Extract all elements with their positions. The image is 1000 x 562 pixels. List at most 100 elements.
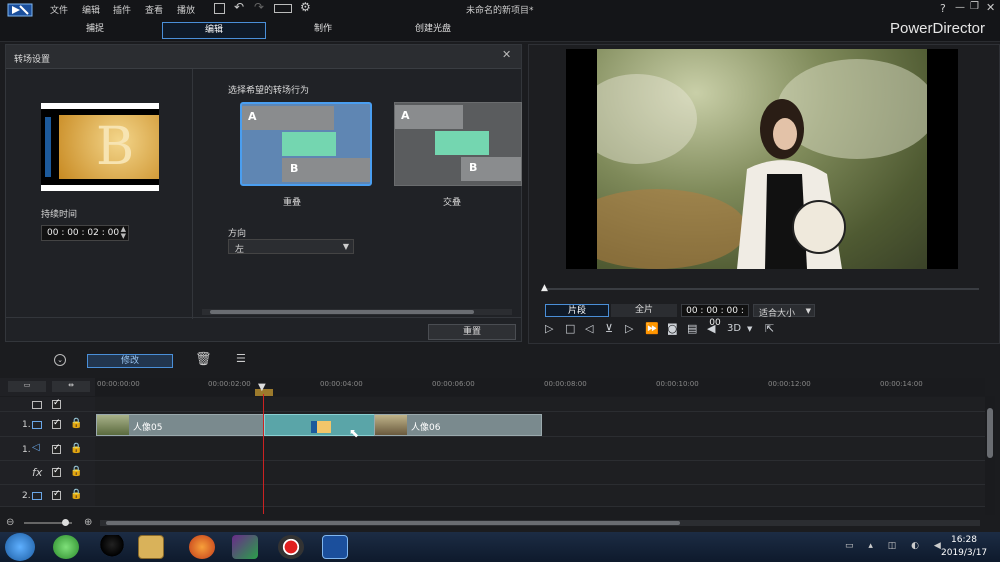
- taskbar-media-app-icon[interactable]: [232, 535, 258, 559]
- track-header-video-2: 2. 🔒: [0, 485, 95, 507]
- menu-view[interactable]: 查看: [145, 3, 163, 16]
- taskbar-record-icon[interactable]: [278, 535, 304, 559]
- menu-playback[interactable]: 播放: [177, 3, 195, 16]
- taskbar-firefox-icon[interactable]: [189, 535, 215, 559]
- track-lane-audio-1[interactable]: [95, 437, 985, 461]
- behavior-option-cross[interactable]: A B: [394, 102, 522, 186]
- track-a-label: A: [248, 110, 257, 123]
- timeline-ruler[interactable]: 00:00:00:00 00:00:02:00 00:00:04:00 00:0…: [95, 378, 985, 396]
- lock-icon[interactable]: 🔒: [70, 466, 82, 477]
- start-button[interactable]: [5, 533, 35, 561]
- tab-produce[interactable]: 制作: [270, 22, 376, 39]
- taskbar-file-explorer-icon[interactable]: [138, 535, 164, 559]
- playback-controls: ▷ □ ◁ ⊻ ▷ ⏩ ◙ ▤ ◀ 3D ▼ ⇱: [543, 322, 803, 338]
- volume-icon[interactable]: ◀: [707, 322, 715, 335]
- direction-select[interactable]: 左 ▼: [228, 239, 354, 255]
- tab-create-disc[interactable]: 创建光盘: [380, 22, 486, 39]
- playhead-handle[interactable]: ▼: [258, 382, 266, 393]
- storyboard-view-icon[interactable]: ▭: [8, 381, 46, 392]
- play-icon[interactable]: ▷: [545, 322, 553, 335]
- timeline-vscrollbar[interactable]: [985, 396, 995, 516]
- preview-scrubber[interactable]: [543, 288, 979, 290]
- close-icon[interactable]: ✕: [986, 1, 995, 14]
- help-button[interactable]: ?: [940, 2, 946, 15]
- chevron-down-icon[interactable]: ▼: [747, 325, 752, 333]
- track-header-video-1: 1. 🔒: [0, 412, 95, 437]
- timecode-display[interactable]: 00 : 00 : 00 : 00: [681, 304, 749, 328]
- chevron-down-icon: ▼: [805, 307, 811, 315]
- spin-icon[interactable]: ▲ ▼: [121, 226, 126, 240]
- duration-input[interactable]: 00 : 00 : 02 : 00 ▲ ▼: [41, 225, 129, 241]
- taskbar-app-360-icon[interactable]: [53, 535, 79, 559]
- lock-icon[interactable]: 🔒: [70, 418, 82, 429]
- camera-snapshot-icon[interactable]: ◙: [667, 322, 678, 335]
- track-lane-video-2[interactable]: [95, 485, 985, 507]
- zoom-slider-handle[interactable]: [62, 519, 69, 526]
- clock-time[interactable]: 16:28: [951, 535, 977, 545]
- tray-icons[interactable]: ▭ ▴ ◫ ◐ ◀: [845, 541, 947, 551]
- zoom-out-icon[interactable]: ⊖: [6, 517, 14, 528]
- expand-circle-icon[interactable]: ⌄: [54, 354, 66, 366]
- scrubber-handle[interactable]: ▲: [541, 283, 548, 293]
- snapshot-icon[interactable]: [274, 4, 292, 13]
- timeline-hscrollbar[interactable]: [100, 520, 980, 526]
- redo-icon[interactable]: ↷: [254, 0, 264, 14]
- settings-gear-icon[interactable]: ⚙: [300, 0, 311, 14]
- track-b-label: B: [469, 161, 478, 174]
- lock-icon[interactable]: 🔒: [70, 443, 82, 454]
- chevron-down-icon: ▼: [342, 242, 349, 251]
- zoom-in-icon[interactable]: ⊕: [84, 517, 92, 528]
- tab-edit[interactable]: 编辑: [162, 22, 266, 39]
- track-lane-master[interactable]: [95, 397, 985, 412]
- movie-mode-button[interactable]: 全片: [611, 304, 677, 317]
- subtitle-icon[interactable]: ▤: [687, 322, 697, 335]
- taskbar-powerdirector-icon[interactable]: [322, 535, 348, 559]
- clip-portrait-05[interactable]: 人像05: [96, 414, 266, 436]
- track-enable-checkbox[interactable]: [52, 466, 61, 477]
- audio-track-icon: ◁: [32, 442, 40, 453]
- delete-trash-icon[interactable]: 🗑: [195, 352, 212, 367]
- clip-thumbnail: [375, 415, 407, 435]
- track-enable-checkbox[interactable]: [52, 443, 61, 454]
- stop-icon[interactable]: □: [565, 322, 575, 335]
- external-preview-icon[interactable]: ⇱: [765, 322, 774, 335]
- minimize-icon[interactable]: —: [955, 2, 965, 13]
- track-lane-fx[interactable]: [95, 461, 985, 485]
- modify-button[interactable]: 修改: [87, 354, 173, 368]
- track-header-fx: fx 🔒: [0, 461, 95, 485]
- ruler-tick: 00:00:00:00: [97, 380, 140, 388]
- clip-mode-button[interactable]: 片段: [545, 304, 609, 317]
- mouse-cursor-icon: ⬉: [349, 426, 360, 440]
- fast-forward-icon[interactable]: ⏩: [645, 322, 659, 335]
- panel-scrollbar[interactable]: [202, 309, 512, 315]
- menu-plugins[interactable]: 插件: [113, 3, 131, 16]
- restore-icon[interactable]: ❐: [970, 1, 979, 12]
- track-manager-icon[interactable]: ☰: [236, 352, 246, 365]
- mode-3d-button[interactable]: 3D: [727, 323, 741, 334]
- ruler-tick: 00:00:08:00: [544, 380, 587, 388]
- previous-frame-icon[interactable]: ◁: [585, 322, 593, 335]
- lock-icon[interactable]: 🔒: [70, 489, 82, 500]
- transition-block[interactable]: [264, 414, 376, 436]
- undo-icon[interactable]: ↶: [234, 0, 244, 14]
- behavior-option-overlap[interactable]: A B: [240, 102, 372, 186]
- clock-date[interactable]: 2019/3/17: [941, 548, 987, 558]
- timeline-bottom-bar: ⊖ ⊕: [0, 515, 1000, 531]
- mark-icon[interactable]: ⊻: [605, 322, 613, 335]
- taskbar-qq-icon[interactable]: [99, 535, 125, 559]
- track-enable-checkbox[interactable]: [52, 418, 61, 429]
- track-enable-checkbox[interactable]: [52, 398, 61, 409]
- clip-portrait-06[interactable]: 人像06: [374, 414, 542, 436]
- menu-file[interactable]: 文件: [50, 3, 68, 16]
- next-frame-icon[interactable]: ▷: [625, 322, 633, 335]
- save-icon[interactable]: [214, 3, 225, 14]
- fit-size-select[interactable]: 适合大小 ▼: [753, 304, 815, 319]
- tab-capture[interactable]: 捕捉: [40, 22, 150, 39]
- video-track-icon: [32, 492, 42, 500]
- reset-button[interactable]: 重置: [428, 324, 516, 340]
- menu-edit[interactable]: 编辑: [82, 3, 100, 16]
- track-enable-checkbox[interactable]: [52, 489, 61, 500]
- fit-timeline-icon[interactable]: ⇹: [52, 381, 90, 392]
- panel-close-icon[interactable]: ✕: [502, 48, 511, 61]
- ruler-tick: 00:00:04:00: [320, 380, 363, 388]
